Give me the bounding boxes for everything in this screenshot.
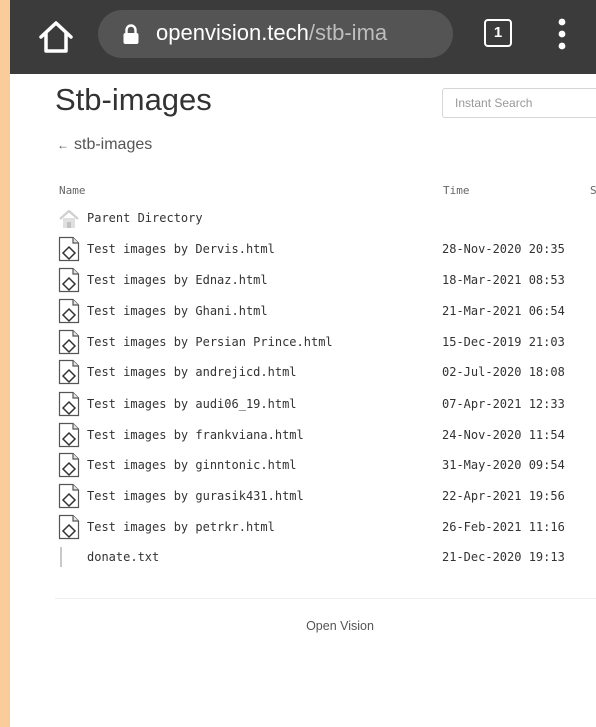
table-row[interactable]: Test images by frankviana.html 24-Nov-202… xyxy=(10,421,596,449)
file-name[interactable]: Test images by andrejicd.html xyxy=(87,365,297,379)
footer-text: Open Vision xyxy=(306,619,374,633)
page-title: Stb-images xyxy=(55,82,212,117)
url-domain: openvision.tech xyxy=(156,20,309,45)
html-file-icon xyxy=(58,514,80,540)
file-name[interactable]: Test images by Ednaz.html xyxy=(87,273,268,287)
html-file-icon xyxy=(58,359,80,385)
search-input[interactable] xyxy=(442,88,596,118)
column-header-name[interactable]: Name xyxy=(59,184,86,197)
breadcrumb[interactable]: ← stb-images xyxy=(57,136,152,154)
table-row[interactable]: Test images by Dervis.html 28-Nov-2020 20… xyxy=(10,235,596,263)
table-row[interactable]: Test images by audi06_19.html 07-Apr-2021… xyxy=(10,390,596,418)
lock-icon xyxy=(123,24,139,44)
html-file-icon xyxy=(58,483,80,509)
file-time: 26-Feb-2021 11:16 xyxy=(442,520,565,534)
file-time: 21-Mar-2021 06:54 xyxy=(442,304,565,318)
file-name[interactable]: Test images by Persian Prince.html xyxy=(87,335,333,349)
html-file-icon xyxy=(58,298,80,324)
parent-directory-row[interactable]: Parent Directory xyxy=(10,204,596,232)
tabs-icon[interactable]: 1 xyxy=(484,19,512,47)
file-name[interactable]: Test images by gurasik431.html xyxy=(87,489,304,503)
file-name[interactable]: Test images by ginntonic.html xyxy=(87,458,297,472)
html-file-icon xyxy=(58,267,80,293)
file-time: 15-Dec-2019 21:03 xyxy=(442,335,565,349)
browser-toolbar: openvision.tech/stb-ima 1 xyxy=(10,0,596,74)
file-name[interactable]: Test images by audi06_19.html xyxy=(87,397,297,411)
html-file-icon xyxy=(58,329,80,355)
table-row[interactable]: donate.txt 21-Dec-2020 19:13 xyxy=(10,543,596,571)
column-header-time[interactable]: Time xyxy=(443,184,470,197)
table-row[interactable]: Test images by ginntonic.html 31-May-2020… xyxy=(10,451,596,479)
html-file-icon xyxy=(58,452,80,478)
html-file-icon xyxy=(58,236,80,262)
file-name[interactable]: Test images by Dervis.html xyxy=(87,242,275,256)
file-time: 18-Mar-2021 08:53 xyxy=(442,273,565,287)
url-path: /stb-ima xyxy=(308,20,388,45)
home-icon[interactable] xyxy=(36,17,76,57)
table-row[interactable]: Test images by andrejicd.html 02-Jul-2020… xyxy=(10,358,596,386)
address-bar[interactable]: openvision.tech/stb-ima xyxy=(98,10,453,58)
file-time: 22-Apr-2021 19:56 xyxy=(442,489,565,503)
file-name[interactable]: Test images by Ghani.html xyxy=(87,304,268,318)
column-header-size[interactable]: S xyxy=(590,184,596,197)
table-row[interactable]: Test images by gurasik431.html 22-Apr-202… xyxy=(10,482,596,510)
file-time: 28-Nov-2020 20:35 xyxy=(442,242,565,256)
table-row[interactable]: Test images by Persian Prince.html 15-Dec… xyxy=(10,328,596,356)
table-row[interactable]: Test images by petrkr.html 26-Feb-2021 11… xyxy=(10,513,596,541)
file-name[interactable]: Test images by petrkr.html xyxy=(87,520,275,534)
table-row[interactable]: Test images by Ghani.html 21-Mar-2021 06:… xyxy=(10,297,596,325)
file-name[interactable]: Test images by frankviana.html xyxy=(87,428,304,442)
url-text: openvision.tech/stb-ima xyxy=(156,20,387,46)
back-arrow-icon: ← xyxy=(57,138,69,152)
html-file-icon xyxy=(58,422,80,448)
table-row[interactable]: Test images by Ednaz.html 18-Mar-2021 08:… xyxy=(10,266,596,294)
overflow-menu-icon[interactable] xyxy=(552,14,572,54)
file-time: 31-May-2020 09:54 xyxy=(442,458,565,472)
file-time: 07-Apr-2021 12:33 xyxy=(442,397,565,411)
file-name[interactable]: Parent Directory xyxy=(87,211,203,225)
file-time: 21-Dec-2020 19:13 xyxy=(442,550,565,564)
footer-divider xyxy=(55,598,596,599)
text-file-icon xyxy=(60,547,62,567)
file-time: 24-Nov-2020 11:54 xyxy=(442,428,565,442)
file-name[interactable]: donate.txt xyxy=(87,550,159,564)
file-time: 02-Jul-2020 18:08 xyxy=(442,365,565,379)
page-content: Stb-images ← stb-images Name Time S Paren… xyxy=(10,74,596,727)
breadcrumb-label: stb-images xyxy=(74,136,153,153)
html-file-icon xyxy=(58,391,80,417)
parent-directory-icon xyxy=(59,209,79,228)
